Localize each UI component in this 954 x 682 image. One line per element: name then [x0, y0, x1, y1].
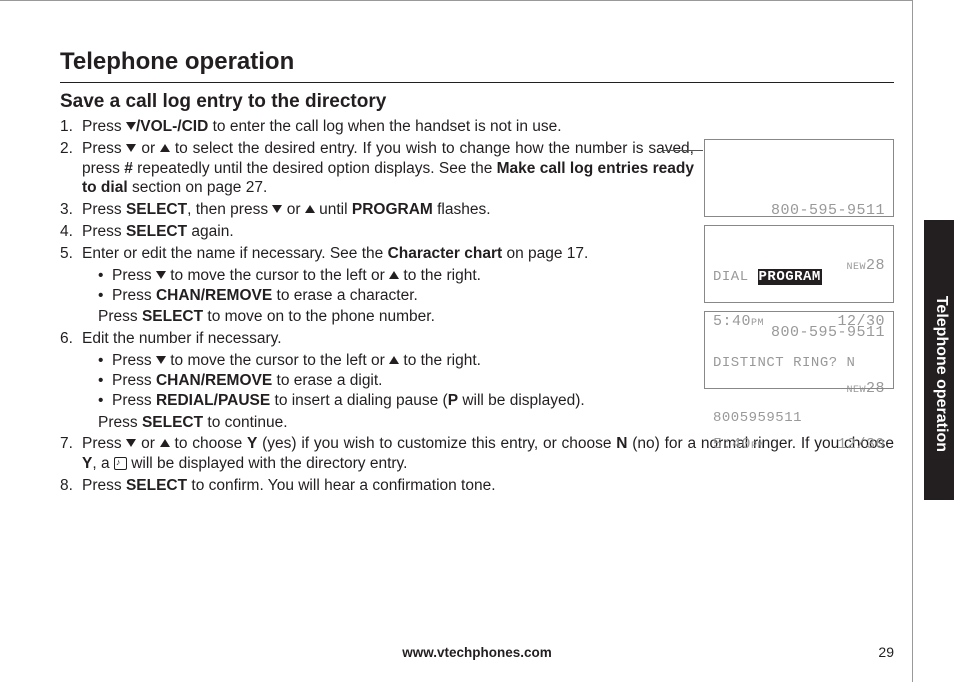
up-arrow-icon	[389, 356, 399, 364]
lcd-line: 8005959511	[713, 409, 885, 427]
text: to erase a digit.	[272, 372, 382, 389]
text: to choose	[170, 435, 247, 452]
down-arrow-icon	[272, 205, 282, 213]
text: Press	[82, 223, 126, 240]
key-label: P	[448, 392, 458, 409]
down-arrow-icon	[156, 356, 166, 364]
key-label: SELECT	[142, 308, 203, 325]
text: section on page 27.	[128, 179, 268, 196]
key-label: PROGRAM	[352, 201, 433, 218]
text: to continue.	[203, 414, 287, 431]
up-arrow-icon	[160, 144, 170, 152]
sub-note: Press SELECT to move on to the phone num…	[82, 307, 694, 327]
text: Press	[112, 352, 156, 369]
text: Enter or edit the name if necessary. See…	[82, 245, 388, 262]
lcd-line: DISTINCT RING? N	[713, 354, 885, 372]
key-label: SELECT	[126, 477, 187, 494]
text: Press	[82, 477, 126, 494]
down-arrow-icon	[126, 439, 136, 447]
key-label: SELECT	[126, 223, 187, 240]
key-label: #	[124, 160, 133, 177]
text: to confirm. You will hear a confirmation…	[187, 477, 495, 494]
down-arrow-icon	[126, 144, 136, 152]
text: to the right.	[399, 352, 481, 369]
lcd-screen-3: DISTINCT RING? N 8005959511	[704, 311, 894, 389]
key-label: REDIAL/PAUSE	[156, 392, 270, 409]
reference: Character chart	[388, 245, 503, 262]
heading-rule	[60, 82, 894, 83]
text: Press	[82, 140, 126, 157]
text: Edit the number if necessary.	[82, 330, 282, 347]
text: or	[136, 140, 160, 157]
text: Press	[82, 435, 126, 452]
up-arrow-icon	[305, 205, 315, 213]
text: or	[136, 435, 159, 452]
text: to move the cursor to the left or	[166, 267, 389, 284]
key-label: N	[616, 435, 627, 452]
text: (yes) if you wish to customize this entr…	[257, 435, 616, 452]
key-label: SELECT	[126, 201, 187, 218]
text: to move the cursor to the left or	[166, 352, 389, 369]
lcd-screen-2: DIAL PROGRAM 800-595-9511 NEW28 5:40PM12…	[704, 225, 894, 303]
text: to insert a dialing pause (	[270, 392, 448, 409]
sub-item: Press to move the cursor to the left or …	[98, 266, 694, 286]
lcd-phone: 800-595-9511	[713, 201, 885, 221]
text: Press	[112, 372, 156, 389]
text: Press	[82, 118, 126, 135]
text: Press	[98, 308, 142, 325]
key-label: CHAN/REMOVE	[156, 287, 272, 304]
key-label: /VOL-/CID	[136, 118, 208, 135]
key-label: SELECT	[142, 414, 203, 431]
page-number: 29	[878, 644, 894, 660]
text: Press	[112, 287, 156, 304]
text: until	[315, 201, 352, 218]
text: , then press	[187, 201, 272, 218]
section-title: Save a call log entry to the directory	[60, 91, 894, 113]
down-arrow-icon	[126, 122, 136, 130]
lcd-screens: 800-595-9511 NEW28 5:40PM12/30 DIAL PROG…	[704, 139, 894, 389]
key-label: Y	[82, 455, 92, 472]
text: to erase a character.	[272, 287, 418, 304]
key-label: CHAN/REMOVE	[156, 372, 272, 389]
content-body: Press /VOL-/CID to enter the call log wh…	[60, 117, 894, 496]
text: Press	[112, 392, 156, 409]
footer-url: www.vtechphones.com	[60, 645, 894, 660]
text: on page 17.	[502, 245, 588, 262]
text: , a	[92, 455, 114, 472]
text: to enter the call log when the handset i…	[208, 118, 561, 135]
ring-icon	[114, 457, 127, 470]
down-arrow-icon	[156, 271, 166, 279]
text: will be displayed).	[458, 392, 585, 409]
text: Press	[82, 201, 126, 218]
step-1: Press /VOL-/CID to enter the call log wh…	[60, 117, 894, 137]
text: Press	[98, 414, 142, 431]
key-label: Y	[247, 435, 257, 452]
text: repeatedly until the desired option disp…	[133, 160, 497, 177]
page-content: Telephone operation Save a call log entr…	[0, 0, 954, 682]
text: again.	[187, 223, 234, 240]
text: will be displayed with the directory ent…	[127, 455, 408, 472]
lcd-program-highlight: PROGRAM	[758, 269, 822, 285]
text: to the right.	[399, 267, 481, 284]
text: to move on to the phone number.	[203, 308, 435, 325]
text: or	[282, 201, 304, 218]
sub-item: Press CHAN/REMOVE to erase a character.	[98, 286, 694, 306]
page-title: Telephone operation	[60, 48, 894, 76]
lcd-dial: DIAL	[713, 269, 749, 285]
text: flashes.	[433, 201, 491, 218]
up-arrow-icon	[389, 271, 399, 279]
text: Press	[112, 267, 156, 284]
up-arrow-icon	[160, 439, 170, 447]
lcd-screen-1: 800-595-9511 NEW28 5:40PM12/30	[704, 139, 894, 217]
sub-list: Press to move the cursor to the left or …	[82, 266, 694, 306]
